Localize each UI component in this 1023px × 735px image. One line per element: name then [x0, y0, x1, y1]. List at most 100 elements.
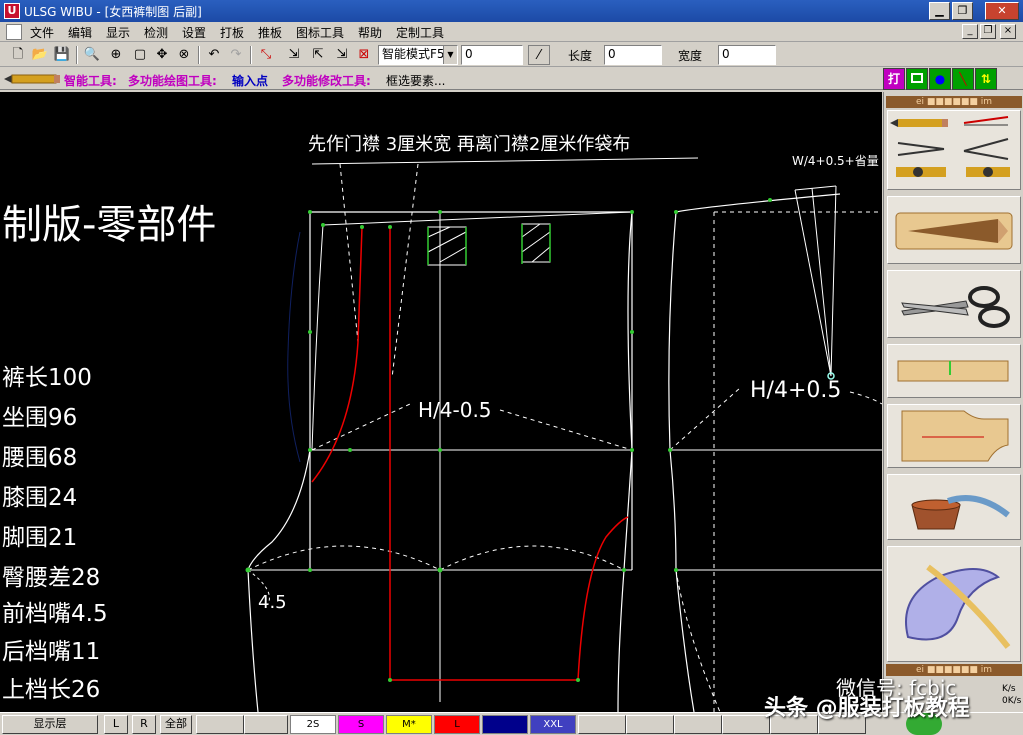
pan-icon[interactable]: ✥	[152, 45, 172, 65]
dart-tool-tile[interactable]	[887, 196, 1021, 264]
point-tool-3-icon[interactable]: ⇲	[332, 45, 352, 65]
bucket-tool-tile[interactable]	[887, 474, 1021, 540]
dart-leg-2	[811, 187, 832, 377]
size-l[interactable]: L	[434, 715, 480, 734]
length-label: 长度	[568, 49, 593, 63]
size-m[interactable]: M*	[386, 715, 432, 734]
zoom-in-icon[interactable]: ⊕	[106, 45, 126, 65]
width-input[interactable]: 0	[718, 45, 776, 65]
front-hip-formula: H/4-0.5	[418, 398, 492, 422]
front-hip-curve	[311, 224, 324, 451]
notch-tool-icon	[966, 167, 1010, 177]
size-xxl[interactable]: XXL	[530, 715, 576, 734]
mode-select-value: 智能模式F5	[382, 47, 445, 61]
pencil-icon	[4, 74, 60, 84]
dart-formula: W/4+0.5+省量	[792, 154, 879, 168]
point-tool-4-icon[interactable]: ⊠	[354, 45, 374, 65]
menu-check[interactable]: 检测	[144, 24, 168, 41]
action-label: 框选要素...	[386, 74, 446, 88]
tool-palette: ei ■■■■■■ im ei ■■■■■■ im K/s 0K/s	[883, 92, 1023, 712]
menu-view[interactable]: 显示	[106, 24, 130, 41]
bucket-icon	[911, 495, 1010, 530]
zoom-window-icon[interactable]: ▢	[130, 45, 150, 65]
line-tool-icon[interactable]: ╲	[952, 68, 974, 90]
menu-icon-tools[interactable]: 图标工具	[296, 24, 344, 41]
mdi-close-button[interactable]: ×	[1000, 24, 1016, 39]
size-2s[interactable]: 2S	[290, 715, 336, 734]
menu-edit[interactable]: 编辑	[68, 24, 92, 41]
blank-size-slot[interactable]	[626, 715, 674, 734]
rectangle-tool-icon[interactable]	[906, 68, 928, 90]
blank-size-slot[interactable]	[196, 715, 244, 734]
measurement-rise: 上档长26	[2, 677, 101, 703]
menu-grading[interactable]: 推板	[258, 24, 282, 41]
mdi-minimize-button[interactable]: _	[962, 24, 978, 39]
divider-tool-icon	[963, 138, 1009, 160]
angle-input[interactable]: 0	[461, 45, 523, 65]
display-layer-button[interactable]: 显示层	[2, 715, 98, 734]
minimize-button[interactable]: ▁	[929, 2, 950, 20]
pattern-piece-tile[interactable]	[887, 404, 1021, 468]
size-xl[interactable]	[482, 715, 528, 734]
blank-size-slot[interactable]	[674, 715, 722, 734]
mode-select[interactable]: 智能模式F5 ▼	[378, 45, 458, 65]
restore-button[interactable]: ❐	[952, 2, 973, 20]
menu-settings[interactable]: 设置	[182, 24, 206, 41]
hip-dash-1	[311, 403, 411, 451]
zoom-fit-icon[interactable]: ⊗	[174, 45, 194, 65]
title-underline	[311, 157, 699, 165]
zoom-out-icon[interactable]: 🔍	[82, 45, 102, 65]
drawing-canvas[interactable]: 先作门襟 3厘米宽 再离门襟2厘米作袋布 W/4+0.5+省量 制版-零部件 H…	[0, 92, 882, 712]
dart-tool-icon	[895, 212, 1013, 250]
undo-icon[interactable]: ↶	[204, 45, 224, 65]
angle-lock-icon[interactable]: ⁄	[528, 45, 550, 65]
length-input[interactable]: 0	[604, 45, 662, 65]
crotch-extension-label: 4.5	[258, 592, 287, 613]
point-tool-icon[interactable]: ●	[929, 68, 951, 90]
menu-pattern[interactable]: 打板	[220, 24, 244, 41]
toolbar-separator	[250, 46, 252, 64]
french-curve-tile[interactable]	[887, 546, 1021, 662]
left-button[interactable]: L	[104, 715, 128, 734]
measurement-front-crotch: 前档嘴4.5	[2, 601, 108, 627]
blank-size-slot[interactable]	[244, 715, 288, 734]
dart-leg-3	[830, 185, 837, 377]
toolbar-separator	[198, 46, 200, 64]
save-icon[interactable]: 💾	[52, 45, 72, 65]
open-folder-icon[interactable]: 📂	[30, 45, 50, 65]
back-inseam-dash	[675, 569, 721, 712]
french-curve-icon	[905, 564, 1011, 649]
close-button[interactable]: ✕	[985, 2, 1019, 20]
document-icon[interactable]	[6, 24, 22, 40]
menu-help[interactable]: 帮助	[358, 24, 382, 41]
measurement-hem: 脚围21	[2, 525, 78, 551]
pattern-points	[245, 198, 772, 682]
size-s[interactable]: S	[338, 715, 384, 734]
new-file-icon[interactable]: 🗋	[8, 45, 28, 65]
title-bar: U ULSG WIBU - [女西裤制图 后副] ▁ ❐ ✕	[0, 0, 1023, 22]
mdi-restore-button[interactable]: ❐	[980, 24, 996, 39]
arrow-tool-icon[interactable]: ⇅	[975, 68, 997, 90]
back-hip-formula: H/4+0.5	[750, 378, 842, 403]
blank-size-slot[interactable]	[722, 715, 770, 734]
notch-tile[interactable]	[887, 344, 1021, 398]
back-hip-dash	[669, 387, 741, 451]
blank-size-slot[interactable]	[578, 715, 626, 734]
tab-pattern[interactable]: 打	[883, 68, 905, 90]
leader-line-2	[391, 163, 419, 379]
redo-icon[interactable]: ↷	[226, 45, 246, 65]
chevron-down-icon[interactable]: ▼	[443, 46, 457, 64]
scissors-tool-tile[interactable]	[887, 270, 1021, 338]
tool-status-bar: 智能工具: 多功能绘图工具: 输入点 多功能修改工具: 框选要素...	[0, 68, 1023, 90]
width-label: 宽度	[678, 49, 703, 63]
menu-file[interactable]: 文件	[30, 24, 54, 41]
tracing-wheel-icon	[896, 167, 946, 177]
point-tool-2-icon[interactable]: ⇱	[308, 45, 328, 65]
multi-draw-label: 多功能绘图工具:	[128, 74, 217, 88]
right-button[interactable]: R	[132, 715, 156, 734]
all-button[interactable]: 全部	[160, 715, 192, 734]
select-tool-icon[interactable]: ⤡	[256, 45, 276, 65]
pleat-box-1	[427, 226, 467, 266]
menu-custom-tools[interactable]: 定制工具	[396, 24, 444, 41]
point-tool-1-icon[interactable]: ⇲	[284, 45, 304, 65]
